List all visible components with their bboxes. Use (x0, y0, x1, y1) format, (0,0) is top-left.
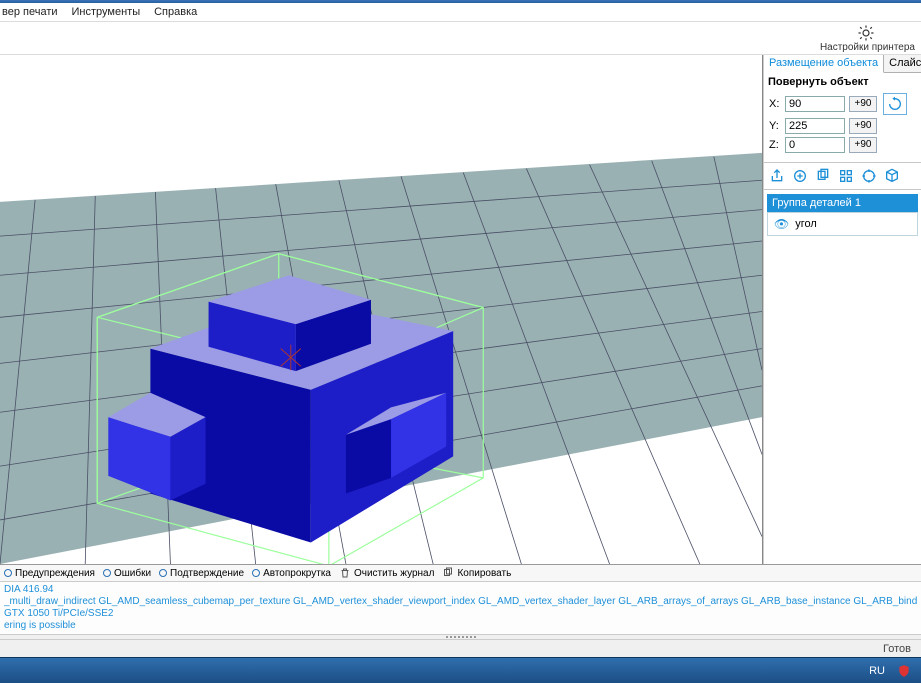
log-warnings-toggle[interactable]: Предупреждения (4, 568, 95, 579)
menu-help[interactable]: Справка (154, 6, 197, 18)
rotate-y-input[interactable] (785, 118, 845, 134)
grid-icon (838, 168, 854, 184)
rotate-z-plus90-button[interactable]: +90 (849, 137, 877, 153)
log-confirmation-toggle[interactable]: Подтверждение (159, 568, 244, 579)
eye-icon[interactable]: 👁 (774, 217, 789, 231)
copy-icon (442, 567, 454, 579)
menu-print-server[interactable]: вер печати (2, 6, 58, 18)
parts-group-header[interactable]: Группа деталей 1 (767, 194, 918, 212)
copy-button[interactable] (814, 167, 832, 185)
reset-icon (886, 96, 904, 112)
rotate-z-label: Z: (769, 139, 781, 151)
rotate-reset-button[interactable] (883, 93, 907, 115)
log-errors-toggle[interactable]: Ошибки (103, 568, 151, 579)
right-panel: Размещение объекта Слайсер Просмотр Пове… (763, 55, 921, 564)
target-icon (861, 168, 877, 184)
tab-placement[interactable]: Размещение объекта (764, 55, 884, 73)
status-ready: Готов (883, 643, 911, 655)
rotate-y-label: Y: (769, 120, 781, 132)
rotate-x-input[interactable] (785, 96, 845, 112)
rotate-section-title: Повернуть объект (764, 73, 921, 91)
add-button[interactable] (791, 167, 809, 185)
object-toolbar (764, 163, 921, 190)
tray-shield-icon[interactable] (897, 664, 911, 678)
clear-log-button[interactable]: Очистить журнал (339, 567, 434, 579)
viewport-3d[interactable] (0, 55, 763, 564)
bullet-icon (103, 569, 111, 577)
gear-icon (857, 24, 875, 42)
log-panel: Предупреждения Ошибки Подтверждение Авто… (0, 564, 921, 634)
statusbar: Готов (0, 639, 921, 657)
bullet-icon (252, 569, 260, 577)
printer-settings-label: Настройки принтера (820, 42, 915, 53)
log-text[interactable]: DIA 416.94 _multi_draw_indirect GL_AMD_s… (0, 582, 921, 634)
bullet-icon (159, 569, 167, 577)
rotate-y-plus90-button[interactable]: +90 (849, 118, 877, 134)
menu-tools[interactable]: Инструменты (72, 6, 141, 18)
parts-group-item[interactable]: 👁 угол (767, 212, 918, 236)
center-button[interactable] (860, 167, 878, 185)
rotate-z-input[interactable] (785, 137, 845, 153)
taskbar-lang[interactable]: RU (869, 665, 885, 677)
bullet-icon (4, 569, 12, 577)
rotate-x-plus90-button[interactable]: +90 (849, 96, 877, 112)
cube-icon (884, 168, 900, 184)
export-button[interactable] (768, 167, 786, 185)
copy-icon (815, 168, 831, 184)
main-toolbar: Настройки принтера (0, 22, 921, 55)
menubar: вер печати Инструменты Справка (0, 3, 921, 22)
printer-settings-button[interactable]: Настройки принтера (818, 24, 915, 53)
tab-slicer[interactable]: Слайсер (884, 55, 921, 72)
view-cube-button[interactable] (883, 167, 901, 185)
copy-log-button[interactable]: Копировать (442, 567, 511, 579)
export-icon (769, 168, 785, 184)
parts-group-item-label: угол (795, 218, 817, 230)
arrange-grid-button[interactable] (837, 167, 855, 185)
right-tabbar: Размещение объекта Слайсер Просмотр (764, 55, 921, 73)
rotate-x-label: X: (769, 98, 781, 110)
trash-icon (339, 567, 351, 579)
os-taskbar: RU (0, 657, 921, 683)
log-autoscroll-toggle[interactable]: Автопрокрутка (252, 568, 331, 579)
plus-circle-icon (792, 168, 808, 184)
